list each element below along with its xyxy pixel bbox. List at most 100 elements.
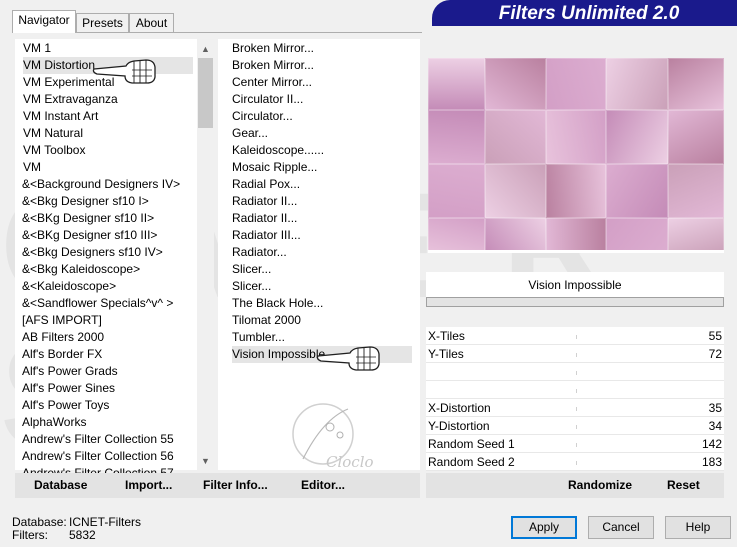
- parameter-value: 34: [708, 419, 722, 433]
- category-list[interactable]: VM 1 VM Distortion VM Experimental VM Extra…: [15, 39, 197, 480]
- category-item[interactable]: &<Kaleidoscope>: [22, 278, 116, 295]
- navigator-button-strip: Database Import... Filter Info... Editor…: [15, 473, 420, 498]
- parameter-value: 142: [701, 437, 722, 451]
- filters-count-value: 5832: [69, 528, 96, 542]
- row-divider: [426, 470, 724, 471]
- category-item[interactable]: &<Sandflower Specials^v^ >: [22, 295, 173, 312]
- preview-tile: [606, 58, 668, 110]
- filter-item[interactable]: Tumbler...: [232, 329, 285, 346]
- chevron-up-icon[interactable]: ▲: [197, 41, 214, 58]
- filter-item[interactable]: Broken Mirror...: [232, 57, 314, 74]
- filter-info-button[interactable]: Filter Info...: [203, 473, 268, 498]
- chevron-down-icon[interactable]: ▼: [197, 453, 214, 470]
- preview-tile: [485, 218, 546, 253]
- category-item[interactable]: &<BKg Designer sf10 III>: [22, 227, 157, 244]
- category-item[interactable]: Alf's Power Toys: [22, 397, 109, 414]
- filter-item[interactable]: Radiator II...: [232, 193, 297, 210]
- randomize-button[interactable]: Randomize: [568, 473, 632, 498]
- parameter-value: 35: [708, 401, 722, 415]
- category-item[interactable]: VM Toolbox: [23, 142, 85, 159]
- parameter-label: Random Seed 2: [428, 455, 515, 469]
- category-item[interactable]: Andrew's Filter Collection 56: [22, 448, 174, 465]
- parameter-slider-tick: [576, 461, 577, 465]
- category-item[interactable]: &<Background Designers IV>: [22, 176, 180, 193]
- category-item[interactable]: &<Bkg Designers sf10 IV>: [22, 244, 163, 261]
- parameter-slider-tick: [576, 443, 577, 447]
- category-item[interactable]: VM Natural: [23, 125, 83, 142]
- app-title: Filters Unlimited 2.0: [498, 3, 680, 24]
- category-item[interactable]: VM Extravaganza: [23, 91, 118, 108]
- parameter-value: 72: [708, 347, 722, 361]
- preview-tile: [485, 58, 546, 110]
- category-item[interactable]: Alf's Power Sines: [22, 380, 115, 397]
- filter-item[interactable]: Radiator III...: [232, 227, 301, 244]
- database-button[interactable]: Database: [34, 473, 87, 498]
- preview-tile: [606, 218, 668, 253]
- filter-name-label: Vision Impossible: [426, 272, 724, 298]
- filter-item[interactable]: Center Mirror...: [232, 74, 312, 91]
- category-item[interactable]: VM 1: [23, 40, 51, 57]
- parameter-row[interactable]: Y-Distortion 34: [426, 417, 724, 435]
- filter-item[interactable]: Tilomat 2000: [232, 312, 301, 329]
- preview-tile: [668, 58, 724, 110]
- category-scrollbar[interactable]: ▲ ▼: [197, 39, 214, 470]
- filter-item[interactable]: Slicer...: [232, 261, 271, 278]
- tab-about[interactable]: About: [129, 13, 174, 32]
- parameter-row[interactable]: Random Seed 1 142: [426, 435, 724, 453]
- parameter-slider-tick: [576, 425, 577, 429]
- filter-item[interactable]: Radiator II...: [232, 210, 297, 227]
- filter-item[interactable]: Circulator...: [232, 108, 293, 125]
- apply-button[interactable]: Apply: [511, 516, 577, 539]
- category-item[interactable]: VM Instant Art: [23, 108, 98, 125]
- preview-bottom-edge: [428, 250, 724, 253]
- category-item[interactable]: &<Bkg Designer sf10 I>: [22, 193, 149, 210]
- parameter-label: X-Tiles: [428, 329, 465, 343]
- filter-item[interactable]: The Black Hole...: [232, 295, 323, 312]
- category-item[interactable]: &<BKg Designer sf10 II>: [22, 210, 154, 227]
- editor-button[interactable]: Editor...: [301, 473, 345, 498]
- parameter-slider-tick: [576, 407, 577, 411]
- parameter-slider-tick: [576, 353, 577, 357]
- preview-tile: [668, 164, 724, 218]
- category-item[interactable]: Alf's Border FX: [22, 346, 102, 363]
- filter-item[interactable]: Mosaic Ripple...: [232, 159, 317, 176]
- category-item[interactable]: Andrew's Filter Collection 55: [22, 431, 174, 448]
- filter-item[interactable]: Broken Mirror...: [232, 40, 314, 57]
- category-item[interactable]: AlphaWorks: [22, 414, 86, 431]
- filter-item[interactable]: Radial Pox...: [232, 176, 300, 193]
- import-button[interactable]: Import...: [125, 473, 172, 498]
- filter-item[interactable]: Gear...: [232, 125, 268, 142]
- category-item[interactable]: AB Filters 2000: [22, 329, 104, 346]
- parameter-row[interactable]: Random Seed 2 183: [426, 453, 724, 471]
- parameter-label: Y-Tiles: [428, 347, 464, 361]
- preview-tile: [668, 110, 724, 164]
- tab-navigator[interactable]: Navigator: [12, 10, 76, 33]
- preview-tile: [546, 164, 606, 218]
- parameter-row[interactable]: X-Tiles 55: [426, 327, 724, 345]
- scrollbar-thumb[interactable]: [198, 58, 213, 128]
- parameter-row-empty: [426, 363, 724, 381]
- help-button[interactable]: Help: [665, 516, 731, 539]
- preview-tile: [546, 218, 606, 253]
- preview-tile: [485, 110, 546, 164]
- filter-item[interactable]: Kaleidoscope......: [232, 142, 324, 159]
- svg-text:Cloclo: Cloclo: [326, 453, 374, 471]
- tab-presets[interactable]: Presets: [76, 13, 129, 32]
- filter-item[interactable]: Radiator...: [232, 244, 287, 261]
- preview-tile: [606, 164, 668, 218]
- filter-item[interactable]: Slicer...: [232, 278, 271, 295]
- filters-count-label: Filters:: [12, 528, 48, 542]
- parameter-row[interactable]: X-Distortion 35: [426, 399, 724, 417]
- category-item[interactable]: Alf's Power Grads: [22, 363, 118, 380]
- pointing-hand-icon: [92, 59, 156, 84]
- filter-item[interactable]: Circulator II...: [232, 91, 303, 108]
- preview-tile: [546, 110, 606, 164]
- parameter-row[interactable]: Y-Tiles 72: [426, 345, 724, 363]
- reset-button[interactable]: Reset: [667, 473, 700, 498]
- parameter-label: X-Distortion: [428, 401, 491, 415]
- cancel-button[interactable]: Cancel: [588, 516, 654, 539]
- category-item[interactable]: VM: [23, 159, 41, 176]
- category-item[interactable]: &<Bkg Kaleidoscope>: [22, 261, 140, 278]
- filter-list[interactable]: Broken Mirror... Broken Mirror... Center M…: [218, 39, 420, 471]
- category-item[interactable]: [AFS IMPORT]: [22, 312, 102, 329]
